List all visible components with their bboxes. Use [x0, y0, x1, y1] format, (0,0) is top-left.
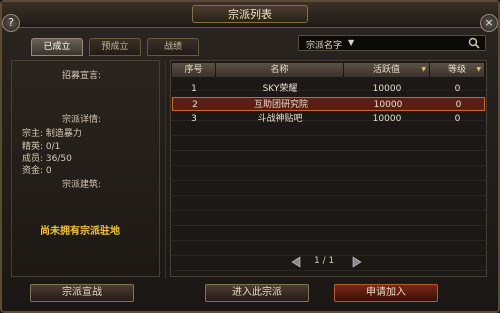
column-header-index[interactable]: 序号: [172, 63, 216, 77]
row-name: 互助团研究院: [253, 100, 308, 110]
column-header-level[interactable]: 等级 ▼: [430, 63, 485, 77]
sort-icon: ▼: [421, 66, 426, 73]
page-indicator: 1 / 1: [314, 256, 335, 266]
close-icon[interactable]: ×: [480, 14, 498, 32]
row-activity: 10000: [372, 84, 402, 94]
column-header-name[interactable]: 名称: [216, 63, 344, 77]
row-level: 0: [455, 100, 462, 110]
row-level: 0: [454, 84, 461, 94]
row-level: 0: [454, 114, 461, 124]
table-row[interactable]: 1 SKY荣耀 10000 0: [172, 82, 485, 96]
column-header-activity[interactable]: 活跃值 ▼: [344, 63, 430, 77]
help-icon[interactable]: ?: [2, 14, 20, 32]
panel-divider: [165, 60, 166, 278]
declare-war-button[interactable]: 宗派宣战: [30, 284, 134, 302]
prev-page-icon[interactable]: [290, 256, 304, 268]
table-row[interactable]: 3 斗战神贴吧 10000 0: [172, 112, 485, 126]
leader-text: 宗主: 制造暴力: [22, 129, 82, 139]
row-name: SKY荣耀: [262, 84, 298, 94]
apply-join-button[interactable]: 申请加入: [334, 284, 438, 302]
row-index: 1: [191, 84, 197, 94]
header-label: 等级: [447, 65, 466, 75]
row-name: 斗战神贴吧: [257, 114, 303, 124]
details-label: 宗派详情:: [62, 115, 102, 125]
sort-icon: ▼: [476, 66, 481, 73]
tab-pre-established[interactable]: 预成立: [89, 38, 141, 56]
header-label: 序号: [184, 65, 203, 75]
row-index: 3: [191, 114, 197, 124]
row-index: 2: [192, 100, 198, 110]
window-title: 宗派列表: [192, 5, 308, 23]
tab-established[interactable]: 已成立: [31, 38, 83, 56]
enter-guild-button[interactable]: 进入此宗派: [205, 284, 309, 302]
row-activity: 10000: [373, 100, 403, 110]
recruit-label: 招募宣言:: [62, 71, 102, 81]
next-page-icon[interactable]: [349, 256, 363, 268]
tab-record[interactable]: 战绩: [147, 38, 199, 56]
table-row-selected[interactable]: 2 互助团研究院 10000 0: [172, 97, 485, 111]
search-field-dropdown[interactable]: 宗派名字: [306, 38, 342, 51]
funds-text: 资金: 0: [22, 166, 52, 176]
header-label: 活跃值: [372, 65, 400, 75]
title-bar: 宗派列表: [2, 2, 498, 28]
search-icon[interactable]: [467, 36, 481, 50]
chevron-down-icon[interactable]: ▼: [348, 38, 354, 47]
buildings-label: 宗派建筑:: [62, 180, 102, 190]
no-territory-notice: 尚未拥有宗派驻地: [40, 226, 120, 237]
search-input[interactable]: [362, 36, 462, 50]
row-activity: 10000: [372, 114, 402, 124]
header-label: 名称: [270, 65, 289, 75]
